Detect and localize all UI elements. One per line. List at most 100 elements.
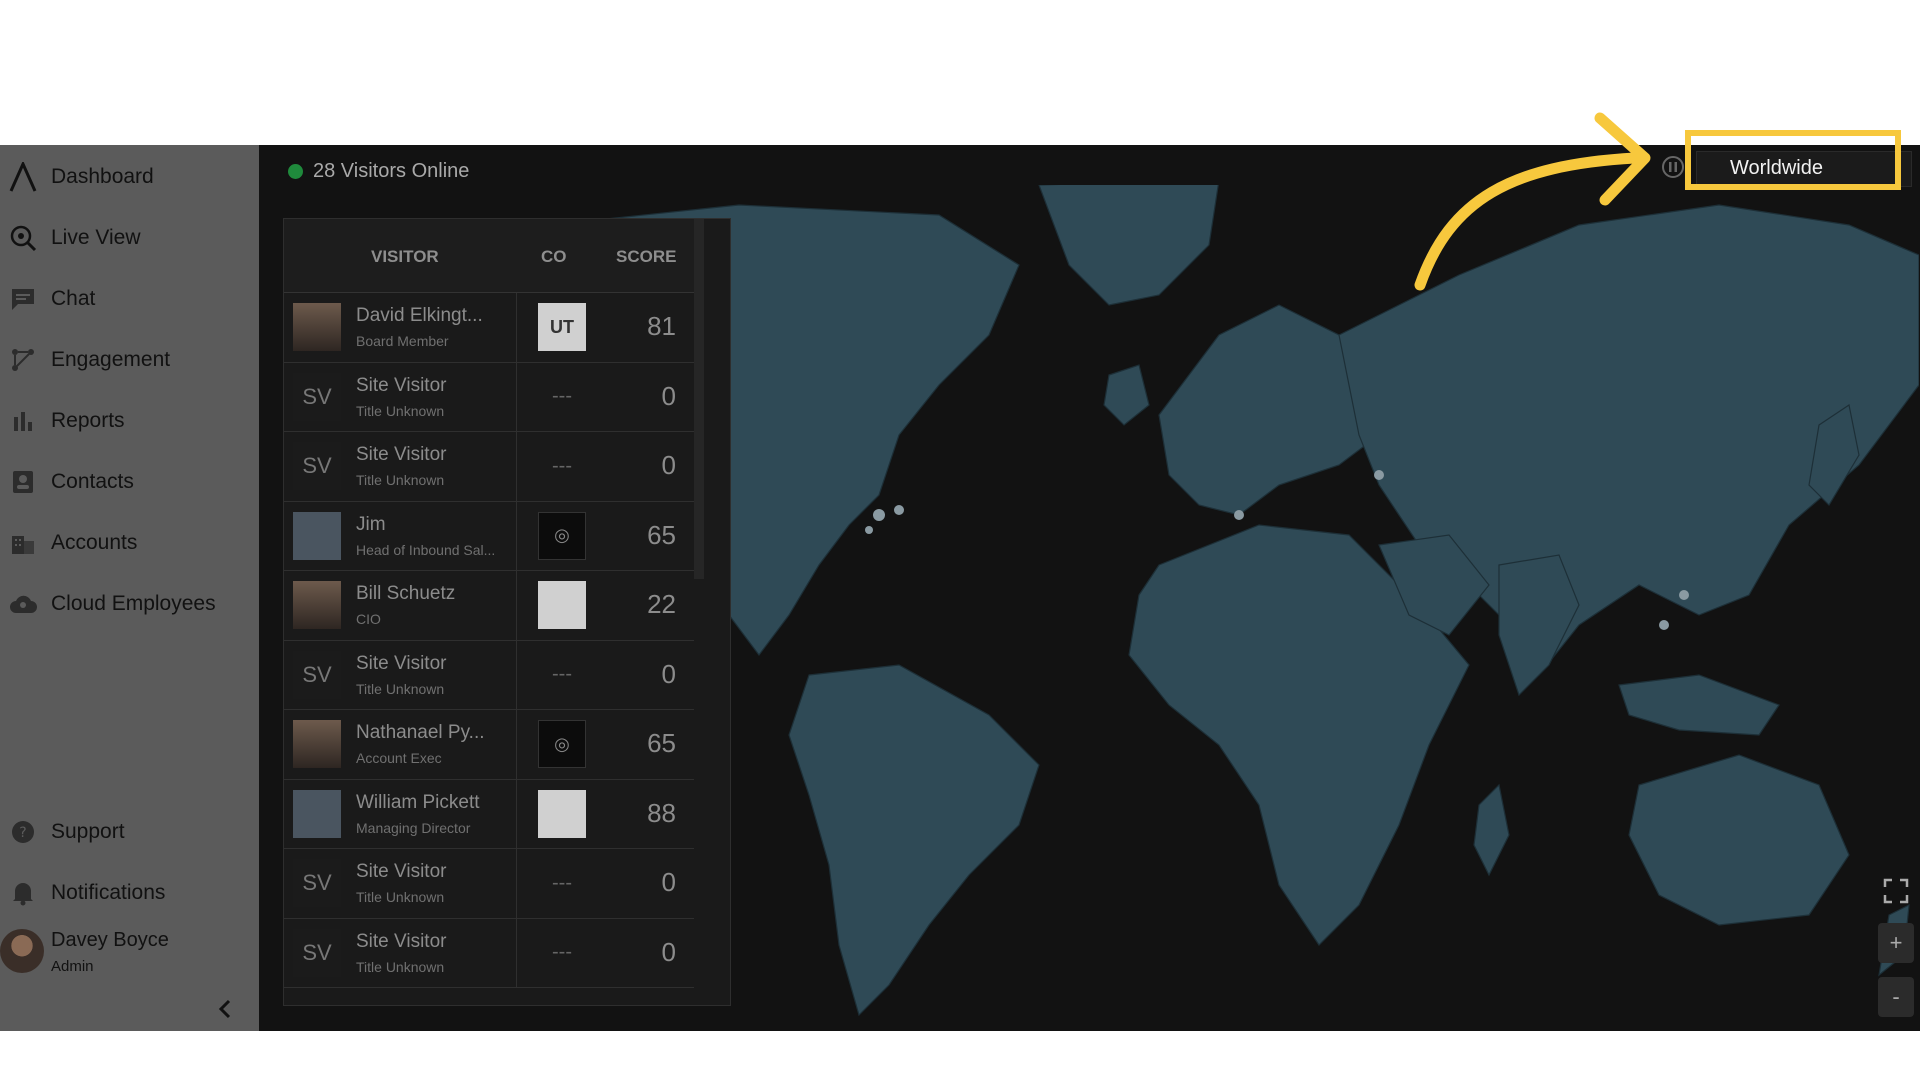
column-divider [516,640,517,709]
table-row[interactable]: SV Site Visitor Title Unknown --- 0 [284,849,694,919]
uk [1103,364,1150,426]
visitor-avatar: SV [293,859,341,907]
visitor-score: 65 [647,519,676,550]
visitor-avatar [293,303,341,351]
sidebar-item-reports[interactable]: Reports [0,396,259,446]
pause-icon[interactable] [1661,155,1685,179]
sidebar-item-accounts[interactable]: Accounts [0,518,259,568]
company-logo[interactable] [538,789,586,838]
scrollbar-thumb[interactable] [694,219,704,579]
column-divider [516,501,517,570]
sidebar-item-support[interactable]: ? Support [0,807,259,857]
sidebar-item-label: Reports [51,409,125,432]
south-america [788,664,1040,1017]
visitor-name[interactable]: David Elkingt... [356,305,483,327]
sidebar-item-chat[interactable]: Chat [0,274,259,324]
column-divider [516,362,517,431]
company-logo[interactable] [538,581,586,629]
visitor-marker [1234,510,1244,520]
table-row[interactable]: David Elkingt... Board Member UT 81 [284,293,694,363]
australia [1628,754,1850,926]
table-row[interactable]: SV Site Visitor Title Unknown --- 0 [284,918,694,988]
online-status-dot [288,164,303,179]
column-header-company[interactable]: CO [541,247,567,267]
sidebar-item-contacts[interactable]: Contacts [0,457,259,507]
visitor-table: VISITOR CO SCORE David Elkingt... Board M… [283,218,731,1006]
visitor-name[interactable]: Nathanael Py... [356,722,485,744]
table-row[interactable]: SV Site Visitor Title Unknown --- 0 [284,362,694,432]
table-row[interactable]: Nathanael Py... Account Exec ◎ 65 [284,710,694,780]
visitor-avatar: SV [293,650,341,699]
visitor-avatar [293,581,341,629]
sidebar-item-notifications[interactable]: Notifications [0,868,259,918]
contacts-icon [8,467,38,497]
visitor-score: 88 [647,797,676,828]
visitor-title: Account Exec [356,750,442,766]
visitor-name[interactable]: Site Visitor [356,375,446,397]
visitor-marker [1659,620,1669,630]
sidebar-item-engagement[interactable]: Engagement [0,335,259,385]
user-name: Davey Boyce [51,929,169,951]
visitor-title: Managing Director [356,819,471,836]
visitor-avatar [293,511,341,560]
visitor-name[interactable]: William Pickett [356,792,480,814]
chevron-left-icon[interactable] [214,997,238,1021]
column-divider [516,571,517,640]
sidebar-item-dashboard[interactable]: Dashboard [0,152,259,202]
company-logo[interactable]: ◎ [538,720,586,768]
sidebar-item-label: Engagement [51,348,171,371]
column-divider [516,432,517,501]
visitor-title: Title Unknown [356,680,445,697]
company-logo[interactable]: ◎ [538,511,586,560]
visitor-title: Board Member [356,333,449,349]
table-row[interactable]: Jim Head of Inbound Sal... ◎ 65 [284,501,694,571]
visitor-name[interactable]: Bill Schuetz [356,583,455,605]
column-divider [516,918,517,987]
visitor-title: Title Unknown [356,402,445,419]
sidebar-item-live-view[interactable]: Live View [0,213,259,263]
app-window: Dashboard Live View Chat Engagement Repo… [0,145,1920,1031]
svg-text:?: ? [19,825,26,841]
table-row[interactable]: William Pickett Managing Director 88 [284,779,694,849]
visitor-marker [894,505,904,515]
sidebar-item-cloud-employees[interactable]: Cloud Employees [0,579,259,629]
zoom-in-button[interactable]: + [1878,923,1914,963]
bell-icon [8,878,38,908]
table-row[interactable]: Bill Schuetz CIO 22 [284,571,694,641]
visitor-name[interactable]: Site Visitor [356,931,446,953]
visitor-name[interactable]: Site Visitor [356,653,446,675]
india [1498,554,1580,697]
visitor-score: 65 [647,728,676,758]
column-header-visitor[interactable]: VISITOR [371,247,439,267]
company-logo[interactable]: UT [538,303,586,351]
fullscreen-icon[interactable] [1883,878,1909,904]
visitor-marker [1679,590,1689,600]
avatar[interactable] [0,929,44,973]
visitor-score: 81 [647,311,676,341]
live-view-icon [8,223,38,253]
visitor-name[interactable]: Site Visitor [356,861,446,883]
sidebar-item-label: Live View [51,226,141,249]
live-view-main: 28 Visitors Online VISITOR CO SCORE Davi… [259,145,1920,1031]
zoom-out-button[interactable]: - [1878,977,1914,1017]
accounts-icon [8,528,38,558]
sidebar-item-label: Dashboard [51,165,154,188]
sidebar: Dashboard Live View Chat Engagement Repo… [0,145,259,1031]
table-row[interactable]: SV Site Visitor Title Unknown --- 0 [284,432,694,502]
visitor-name[interactable]: Jim [356,514,386,536]
region-select[interactable]: Worldwide [1696,151,1912,187]
visitor-title: Title Unknown [356,958,445,975]
madagascar [1473,783,1510,877]
visitor-marker [865,526,873,534]
visitor-name[interactable]: Site Visitor [356,444,446,466]
visitor-title: CIO [356,611,381,627]
column-divider [516,293,517,362]
table-row[interactable]: SV Site Visitor Title Unknown --- 0 [284,640,694,710]
visitor-score: 0 [661,380,676,411]
visitor-avatar [293,789,341,838]
column-header-score[interactable]: SCORE [616,247,676,267]
scrollbar[interactable] [694,219,730,1005]
sidebar-item-label: Accounts [51,531,138,554]
visitor-title: Title Unknown [356,472,445,488]
visitor-marker [873,509,885,521]
